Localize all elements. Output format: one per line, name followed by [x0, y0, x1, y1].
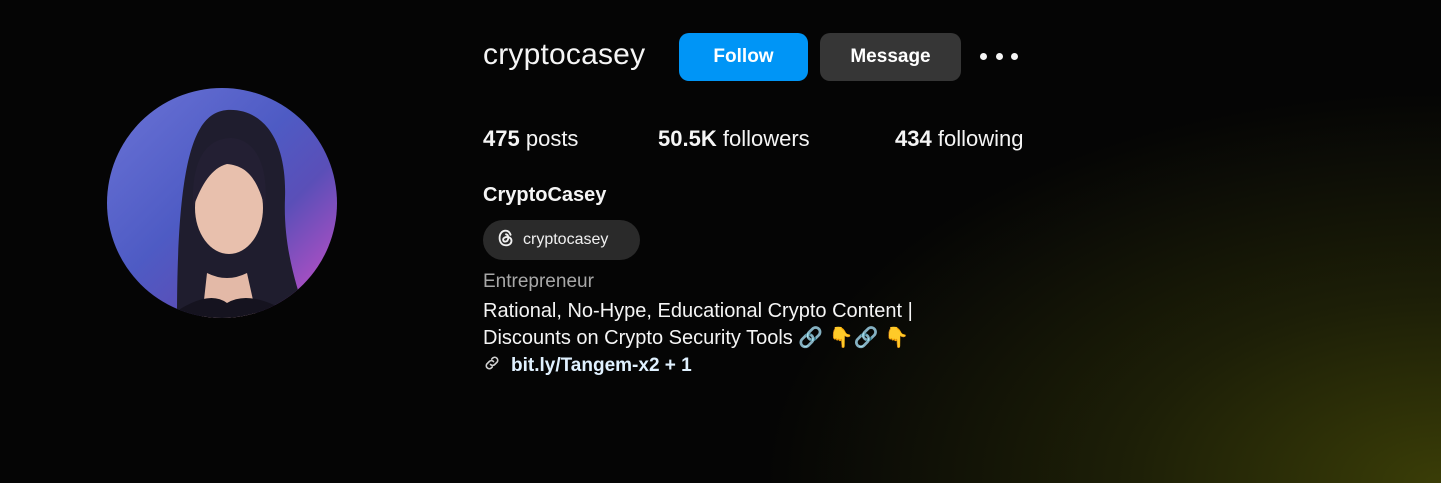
threads-icon	[495, 227, 517, 254]
dot	[995, 52, 1003, 60]
link-icon	[483, 354, 501, 377]
posts-label: posts	[525, 126, 579, 151]
following-count: 434	[895, 126, 932, 151]
profile-category: Entrepreneur	[483, 271, 594, 292]
threads-handle: cryptocasey	[523, 231, 609, 248]
followers-label: followers	[722, 126, 810, 151]
message-button[interactable]: Message	[820, 33, 961, 81]
posts-count: 475	[483, 126, 520, 151]
following-stat[interactable]: 434 following	[895, 126, 1023, 152]
link-text: bit.ly/Tangem-x2 + 1	[511, 354, 692, 376]
follow-button[interactable]: Follow	[679, 33, 808, 81]
bio-line: Discounts on Crypto Security Tools 🔗 👇🔗 …	[483, 327, 910, 349]
dot	[980, 52, 987, 60]
posts-stat: 475 posts	[483, 126, 578, 152]
dot	[1011, 52, 1018, 60]
more-options-icon[interactable]	[980, 44, 1018, 68]
following-label: following	[937, 126, 1024, 151]
bio-line: Rational, No-Hype, Educational Crypto Co…	[483, 300, 913, 322]
full-name: CryptoCasey	[483, 184, 607, 206]
username: cryptocasey	[483, 38, 646, 71]
bio: Rational, No-Hype, Educational Crypto Co…	[483, 298, 913, 352]
threads-badge[interactable]: cryptocasey	[483, 220, 640, 260]
avatar-portrait	[167, 109, 307, 318]
profile-avatar[interactable]	[107, 88, 337, 318]
followers-count: 50.5K	[658, 126, 717, 151]
profile-link[interactable]: bit.ly/Tangem-x2 + 1	[483, 354, 692, 377]
followers-stat[interactable]: 50.5K followers	[658, 126, 810, 152]
